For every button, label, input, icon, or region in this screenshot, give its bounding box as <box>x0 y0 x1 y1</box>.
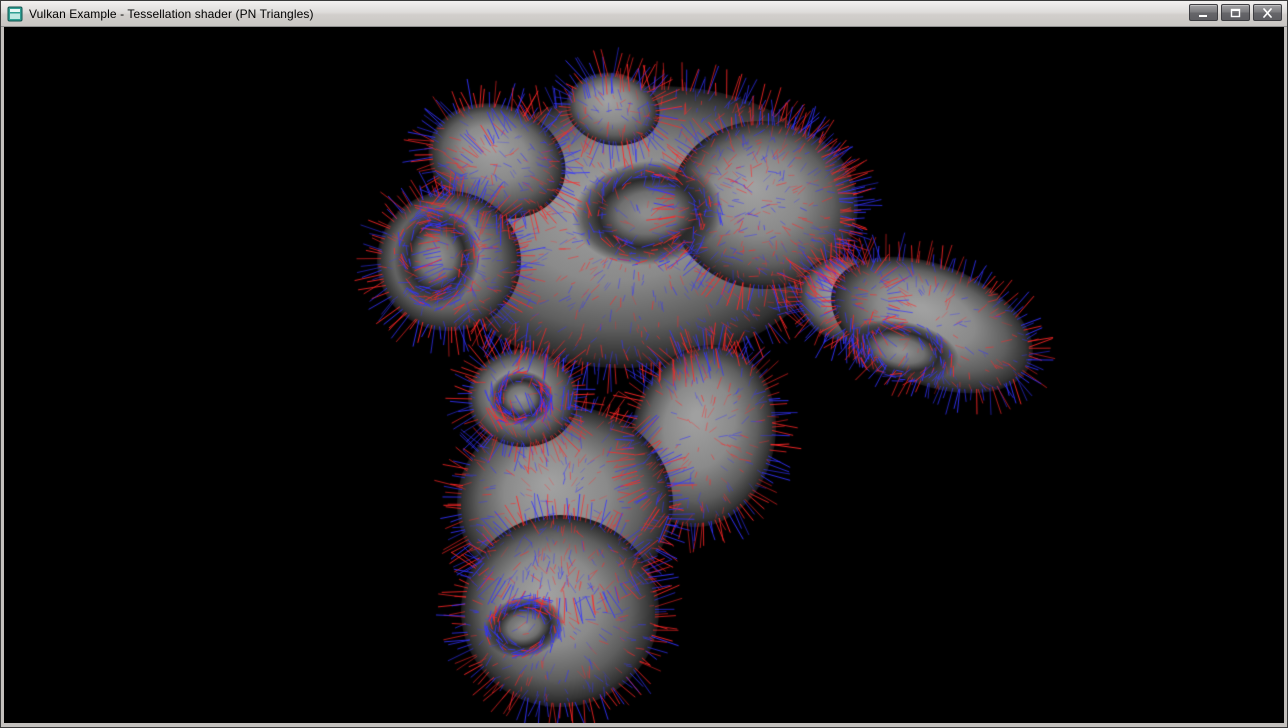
close-button[interactable] <box>1253 4 1282 21</box>
title-bar[interactable]: Vulkan Example - Tessellation shader (PN… <box>1 1 1287 27</box>
window-title: Vulkan Example - Tessellation shader (PN… <box>29 7 314 21</box>
render-viewport <box>1 27 1287 727</box>
vulkan-app-icon <box>7 6 23 22</box>
maximize-button[interactable] <box>1221 4 1250 21</box>
close-icon <box>1262 8 1273 18</box>
model-canvas[interactable] <box>4 27 1284 723</box>
minimize-button[interactable] <box>1189 4 1218 21</box>
maximize-icon <box>1230 8 1241 18</box>
window-controls <box>1189 4 1282 21</box>
app-window: Vulkan Example - Tessellation shader (PN… <box>0 0 1288 728</box>
minimize-icon <box>1198 8 1209 18</box>
app-icon <box>7 6 23 22</box>
